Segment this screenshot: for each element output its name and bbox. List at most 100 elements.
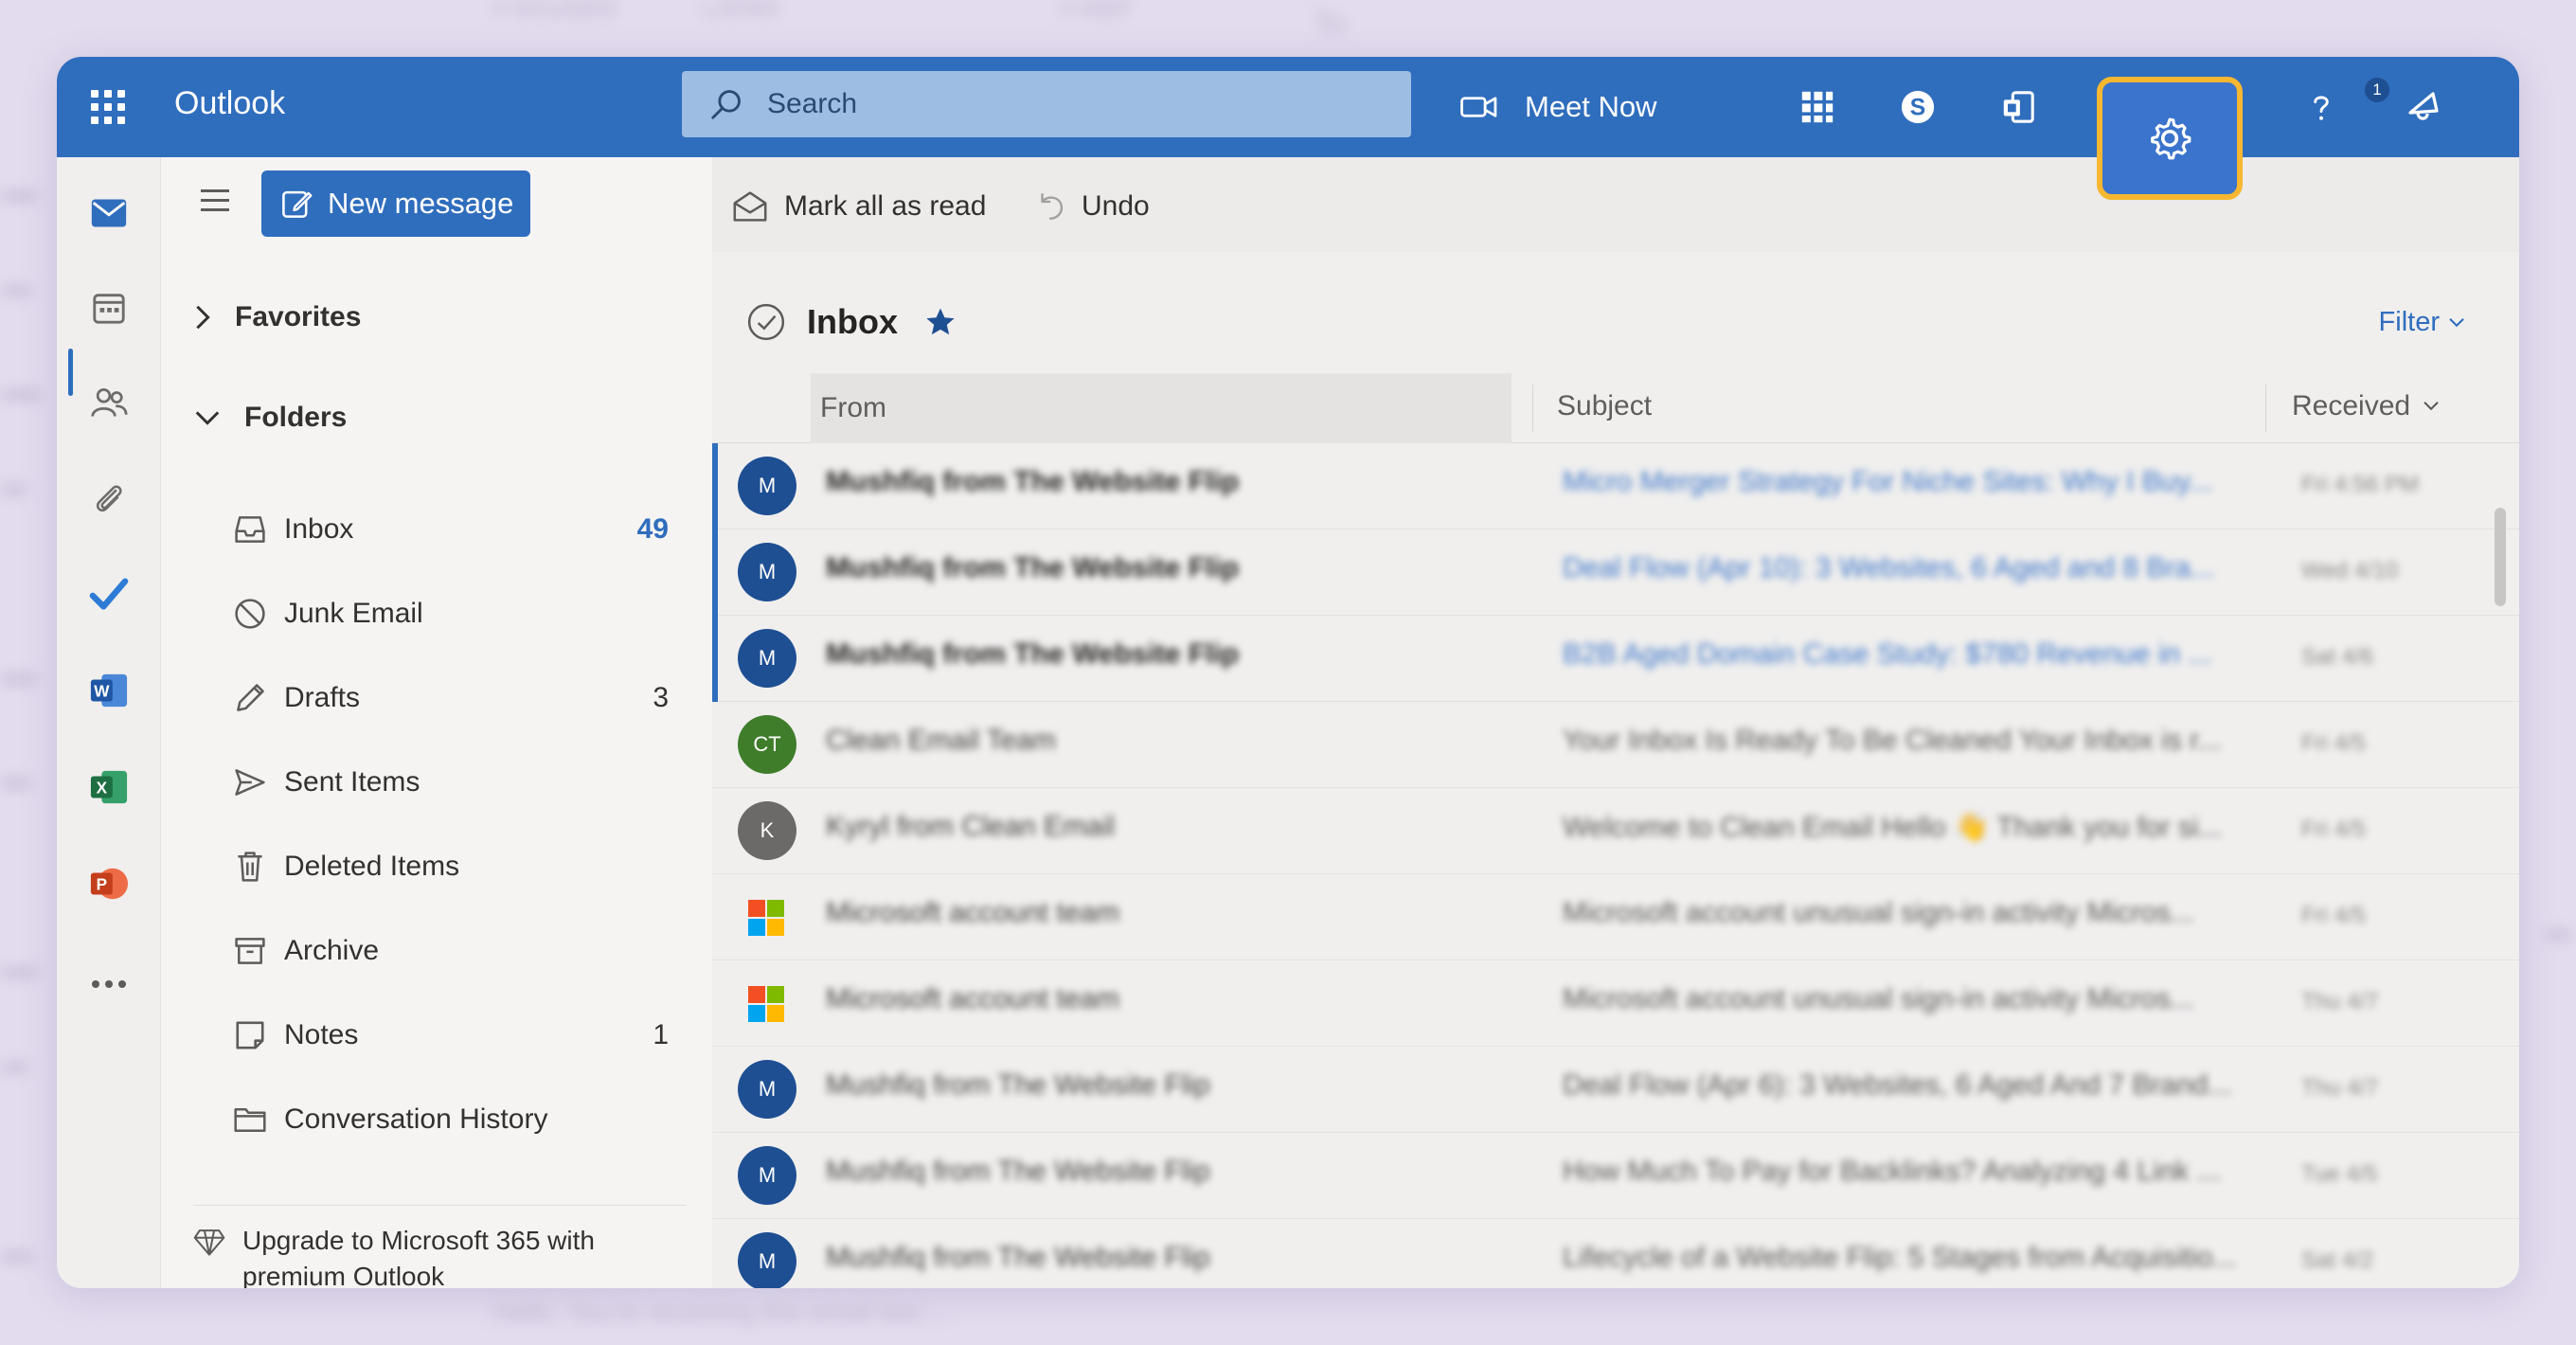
block-icon <box>231 595 269 633</box>
mark-all-read-label: Mark all as read <box>784 190 987 222</box>
bg-tab-focused: Focused <box>492 0 617 25</box>
message-row[interactable]: M Mushfiq from The Website Flip Deal Flow … <box>712 529 2519 616</box>
folder-deleted-items[interactable]: Deleted Items <box>231 835 669 898</box>
sender-avatar: M <box>738 1146 796 1205</box>
received-date: Tue 4/5 <box>2301 1161 2378 1187</box>
app-launcher-icon[interactable] <box>89 88 127 126</box>
sender-name: Microsoft account team <box>826 983 1120 1014</box>
folder-label: Conversation History <box>284 1103 548 1135</box>
folder-label: Inbox <box>284 513 354 545</box>
folders-group[interactable]: Folders <box>193 394 347 441</box>
message-subject: Micro Merger Strategy For Niche Sites: W… <box>1563 466 2213 497</box>
undo-button[interactable]: Undo <box>1034 186 1150 227</box>
undo-icon <box>1041 193 1064 220</box>
message-subject: Deal Flow (Apr 6): 3 Websites, 6 Aged An… <box>1563 1069 2232 1101</box>
sender-avatar: CT <box>738 715 796 774</box>
folder-icon <box>231 1101 269 1139</box>
folder-sent-items[interactable]: Sent Items <box>231 751 669 814</box>
message-row[interactable]: K Kyryl from Clean Email Welcome to Clean … <box>712 788 2519 874</box>
svg-text:W: W <box>94 682 110 701</box>
chevron-down-icon <box>195 411 220 425</box>
unread-count: 49 <box>636 513 669 545</box>
new-message-button[interactable]: New message <box>261 170 530 237</box>
column-from[interactable]: From <box>811 373 1512 443</box>
mark-all-read-button[interactable]: Mark all as read <box>731 186 986 227</box>
folder-label: Notes <box>284 1019 359 1050</box>
sender-name: Mushfiq from The Website Flip <box>826 552 1240 583</box>
excel-icon[interactable]: X <box>78 756 140 818</box>
received-date: Thu 4/7 <box>2301 989 2379 1014</box>
folder-inbox[interactable]: Inbox 49 <box>231 498 669 561</box>
sender-name: Mushfiq from The Website Flip <box>826 1069 1210 1101</box>
settings-button[interactable] <box>2097 77 2243 200</box>
message-row[interactable]: M Mushfiq from The Website Flip Deal Flow … <box>712 1047 2519 1133</box>
message-subject: B2B Aged Domain Case Study: $780 Revenue… <box>1563 638 2212 670</box>
calendar-icon[interactable] <box>78 277 140 339</box>
select-all-checkbox-icon[interactable] <box>746 302 786 342</box>
folder-drafts[interactable]: Drafts 3 <box>231 667 669 729</box>
help-icon[interactable] <box>2292 78 2351 136</box>
folder-notes[interactable]: Notes 1 <box>231 1004 669 1067</box>
inbox-title: Inbox <box>807 302 898 341</box>
favorites-group[interactable]: Favorites <box>193 294 361 341</box>
folder-archive[interactable]: Archive <box>231 920 669 982</box>
bg-to: To <box>1313 6 1347 42</box>
word-icon[interactable]: W <box>78 659 140 722</box>
scrollbar-thumb[interactable] <box>2495 508 2506 606</box>
folder-label: Junk Email <box>284 598 423 629</box>
meet-now-button[interactable]: Meet Now <box>1460 74 1657 140</box>
star-icon[interactable] <box>924 306 957 338</box>
message-row[interactable]: Microsoft account team Microsoft account … <box>712 960 2519 1047</box>
column-subject[interactable]: Subject <box>1557 390 1652 422</box>
mail-icon[interactable] <box>78 182 140 244</box>
more-apps-icon[interactable] <box>78 953 140 1015</box>
filter-button[interactable]: Filter <box>2379 307 2466 338</box>
app-rail: W X P <box>57 157 161 1288</box>
received-date: Sat 4/2 <box>2301 1247 2374 1273</box>
notification-badge: 1 <box>2365 78 2389 102</box>
attachment-icon[interactable] <box>78 468 140 530</box>
unread-indicator <box>712 529 718 616</box>
apps-grid-icon[interactable] <box>1788 78 1847 136</box>
folder-label: Drafts <box>284 682 361 713</box>
command-bar: Mark all as read Undo <box>712 157 2519 252</box>
folder-junk-email[interactable]: Junk Email <box>231 583 669 645</box>
inbox-header: Inbox <box>746 294 957 350</box>
sender-avatar: M <box>738 1232 796 1288</box>
video-camera-icon <box>1460 97 1497 117</box>
message-row[interactable]: M Mushfiq from The Website Flip B2B Aged D… <box>712 616 2519 702</box>
received-date: Fri 4/5 <box>2301 730 2367 756</box>
pencil-icon <box>231 679 269 717</box>
message-row[interactable]: M Mushfiq from The Website Flip Micro Merg… <box>712 443 2519 529</box>
upgrade-banner[interactable]: Upgrade to Microsoft 365 with premium Ou… <box>193 1205 686 1288</box>
favorites-label: Favorites <box>235 301 362 332</box>
outlook-window: Outlook Search Meet Now S 1 W X P New me… <box>57 57 2519 1288</box>
search-box[interactable]: Search <box>682 71 1411 137</box>
sender-name: Mushfiq from The Website Flip <box>826 638 1240 670</box>
chevron-down-icon <box>2424 402 2439 411</box>
chevron-down-icon <box>2449 317 2464 327</box>
item-count: 1 <box>653 1019 669 1050</box>
microsoft-logo-icon <box>748 900 784 936</box>
filter-label: Filter <box>2378 307 2440 337</box>
sender-name: Microsoft account team <box>826 897 1120 928</box>
todo-icon[interactable] <box>78 563 140 625</box>
message-row[interactable]: CT Clean Email Team Your Inbox Is Ready To… <box>712 702 2519 788</box>
office-feed-icon[interactable] <box>1989 78 2048 136</box>
powerpoint-icon[interactable]: P <box>78 852 140 915</box>
folder-label: Archive <box>284 935 380 966</box>
search-icon <box>711 90 741 119</box>
skype-icon[interactable]: S <box>1888 78 1947 136</box>
message-row[interactable]: M Mushfiq from The Website Flip Lifecycle … <box>712 1219 2519 1288</box>
microsoft-logo-icon <box>748 986 784 1022</box>
folder-conversation-history[interactable]: Conversation History <box>231 1088 669 1151</box>
column-received[interactable]: Received <box>2292 390 2441 422</box>
collapse-menu-icon[interactable] <box>193 178 237 222</box>
trash-icon <box>231 848 269 886</box>
message-row[interactable]: M Mushfiq from The Website Flip How Much T… <box>712 1133 2519 1219</box>
notifications-icon[interactable] <box>2394 78 2453 136</box>
svg-text:P: P <box>97 875 107 894</box>
message-row[interactable]: Microsoft account team Microsoft account … <box>712 874 2519 960</box>
people-icon[interactable] <box>78 371 140 434</box>
unread-indicator <box>712 616 718 702</box>
